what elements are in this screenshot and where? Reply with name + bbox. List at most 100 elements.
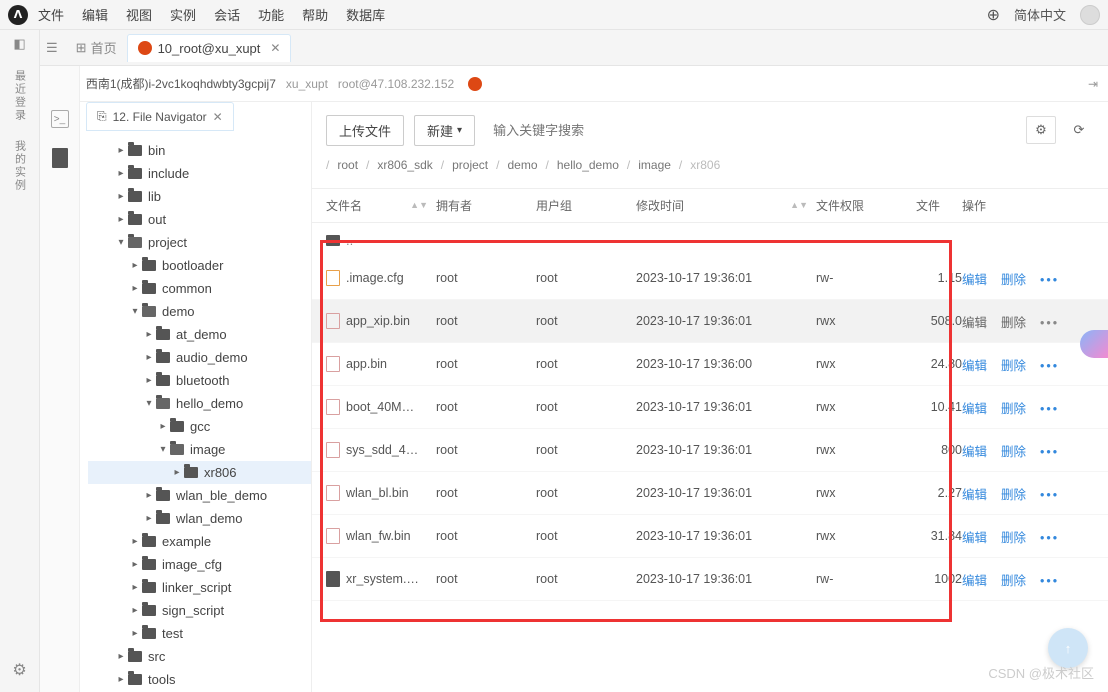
- col-group[interactable]: 用户组: [536, 197, 636, 214]
- col-mtime[interactable]: 修改时间: [636, 197, 684, 214]
- assistant-icon[interactable]: [1080, 330, 1108, 358]
- more-actions-icon[interactable]: •••: [1040, 531, 1059, 545]
- delete-link[interactable]: 删除: [1001, 445, 1026, 459]
- more-actions-icon[interactable]: •••: [1040, 574, 1059, 588]
- file-row[interactable]: app.binrootroot2023-10-17 19:36:00rwx24.…: [312, 343, 1108, 386]
- tree-item-wlan_ble_demo[interactable]: ▸wlan_ble_demo: [88, 484, 311, 507]
- close-tab-icon[interactable]: ✕: [270, 41, 280, 55]
- close-navigator-icon[interactable]: ✕: [213, 110, 223, 124]
- path-seg[interactable]: xr806_sdk: [377, 158, 432, 172]
- edit-link[interactable]: 编辑: [962, 445, 987, 459]
- tree-item-sign_script[interactable]: ▸sign_script: [88, 599, 311, 622]
- menu-help[interactable]: 帮助: [302, 5, 328, 24]
- tree-item-include[interactable]: ▸include: [88, 162, 311, 185]
- tree-item-linker_script[interactable]: ▸linker_script: [88, 576, 311, 599]
- tree-item-demo[interactable]: ▾demo: [88, 300, 311, 323]
- refresh-button[interactable]: ⟳: [1064, 116, 1094, 144]
- collapse-icon[interactable]: ⇥: [1088, 77, 1098, 91]
- tree-item-example[interactable]: ▸example: [88, 530, 311, 553]
- edit-link[interactable]: 编辑: [962, 359, 987, 373]
- menu-view[interactable]: 视图: [126, 5, 152, 24]
- tree-item-common[interactable]: ▸common: [88, 277, 311, 300]
- menu-edit[interactable]: 编辑: [82, 5, 108, 24]
- menu-database[interactable]: 数据库: [346, 5, 385, 24]
- menu-instance[interactable]: 实例: [170, 5, 196, 24]
- col-size[interactable]: 文件: [916, 197, 962, 214]
- tree-item-bootloader[interactable]: ▸bootloader: [88, 254, 311, 277]
- delete-link[interactable]: 删除: [1001, 574, 1026, 588]
- col-perm[interactable]: 文件权限: [816, 197, 916, 214]
- hamburger-icon[interactable]: ☰: [46, 40, 58, 56]
- search-input[interactable]: [485, 117, 665, 144]
- file-row[interactable]: app_xip.binrootroot2023-10-17 19:36:01rw…: [312, 300, 1108, 343]
- tree-item-tools[interactable]: ▸tools: [88, 668, 311, 691]
- more-actions-icon[interactable]: •••: [1040, 359, 1059, 373]
- tree-item-image_cfg[interactable]: ▸image_cfg: [88, 553, 311, 576]
- menu-file[interactable]: 文件: [38, 5, 64, 24]
- delete-link[interactable]: 删除: [1001, 273, 1026, 287]
- file-row[interactable]: boot_40M…rootroot2023-10-17 19:36:01rwx1…: [312, 386, 1108, 429]
- settings-icon[interactable]: ⚙: [12, 660, 26, 680]
- tree-item-bin[interactable]: ▸bin: [88, 139, 311, 162]
- file-row[interactable]: wlan_bl.binrootroot2023-10-17 19:36:01rw…: [312, 472, 1108, 515]
- active-session-tab[interactable]: 10_root@xu_xupt ✕: [127, 34, 292, 62]
- tree-item-at_demo[interactable]: ▸at_demo: [88, 323, 311, 346]
- path-seg[interactable]: image: [638, 158, 671, 172]
- tree-item-src[interactable]: ▸src: [88, 645, 311, 668]
- path-seg[interactable]: project: [452, 158, 488, 172]
- my-instances-tab[interactable]: 我的实例: [12, 140, 28, 192]
- more-actions-icon[interactable]: •••: [1040, 316, 1059, 330]
- tree-item-lib[interactable]: ▸lib: [88, 185, 311, 208]
- tree-item-out[interactable]: ▸out: [88, 208, 311, 231]
- tree-item-project[interactable]: ▾project: [88, 231, 311, 254]
- file-icon[interactable]: [52, 148, 68, 168]
- home-tab[interactable]: ⊞ 首页: [66, 32, 127, 63]
- terminal-icon[interactable]: >_: [51, 110, 69, 128]
- navigator-tab[interactable]: ⎘ 12. File Navigator ✕: [86, 102, 234, 131]
- delete-link[interactable]: 删除: [1001, 359, 1026, 373]
- tree-item-test[interactable]: ▸test: [88, 622, 311, 645]
- settings-button[interactable]: ⚙: [1026, 116, 1056, 144]
- menu-function[interactable]: 功能: [258, 5, 284, 24]
- tree-item-xr806[interactable]: ▸xr806: [88, 461, 311, 484]
- delete-link[interactable]: 删除: [1001, 402, 1026, 416]
- delete-link[interactable]: 删除: [1001, 488, 1026, 502]
- edit-link[interactable]: 编辑: [962, 402, 987, 416]
- more-actions-icon[interactable]: •••: [1040, 273, 1059, 287]
- add-icon[interactable]: ⊕: [987, 5, 1000, 25]
- edit-link[interactable]: 编辑: [962, 316, 987, 330]
- parent-dir-row[interactable]: ..: [312, 223, 1108, 257]
- tree-item-wlan_demo[interactable]: ▸wlan_demo: [88, 507, 311, 530]
- tree-item-hello_demo[interactable]: ▾hello_demo: [88, 392, 311, 415]
- sort-icon[interactable]: ▲▼: [410, 203, 428, 208]
- toggle-sidebar-icon[interactable]: ◧: [13, 36, 25, 52]
- path-seg[interactable]: root: [337, 158, 358, 172]
- upload-button[interactable]: 上传文件: [326, 115, 404, 146]
- edit-link[interactable]: 编辑: [962, 488, 987, 502]
- menu-session[interactable]: 会话: [214, 5, 240, 24]
- language-selector[interactable]: 简体中文: [1014, 5, 1066, 24]
- more-actions-icon[interactable]: •••: [1040, 445, 1059, 459]
- edit-link[interactable]: 编辑: [962, 531, 987, 545]
- tree-item-gcc[interactable]: ▸gcc: [88, 415, 311, 438]
- tree-item-audio_demo[interactable]: ▸audio_demo: [88, 346, 311, 369]
- new-button[interactable]: 新建▾: [414, 115, 475, 146]
- recent-login-tab[interactable]: 最近登录: [12, 70, 28, 122]
- user-avatar[interactable]: [1080, 5, 1100, 25]
- path-seg[interactable]: demo: [507, 158, 537, 172]
- file-row[interactable]: sys_sdd_4…rootroot2023-10-17 19:36:01rwx…: [312, 429, 1108, 472]
- edit-link[interactable]: 编辑: [962, 574, 987, 588]
- tree-item-image[interactable]: ▾image: [88, 438, 311, 461]
- tree-item-bluetooth[interactable]: ▸bluetooth: [88, 369, 311, 392]
- delete-link[interactable]: 删除: [1001, 531, 1026, 545]
- edit-link[interactable]: 编辑: [962, 273, 987, 287]
- delete-link[interactable]: 删除: [1001, 316, 1026, 330]
- file-row[interactable]: wlan_fw.binrootroot2023-10-17 19:36:01rw…: [312, 515, 1108, 558]
- file-row[interactable]: xr_system.…rootroot2023-10-17 19:36:01rw…: [312, 558, 1108, 601]
- more-actions-icon[interactable]: •••: [1040, 402, 1059, 416]
- file-row[interactable]: .image.cfgrootroot2023-10-17 19:36:01rw-…: [312, 257, 1108, 300]
- path-seg[interactable]: hello_demo: [557, 158, 619, 172]
- col-name[interactable]: 文件名: [326, 197, 362, 214]
- sort-icon[interactable]: ▲▼: [790, 203, 808, 208]
- col-owner[interactable]: 拥有者: [436, 197, 536, 214]
